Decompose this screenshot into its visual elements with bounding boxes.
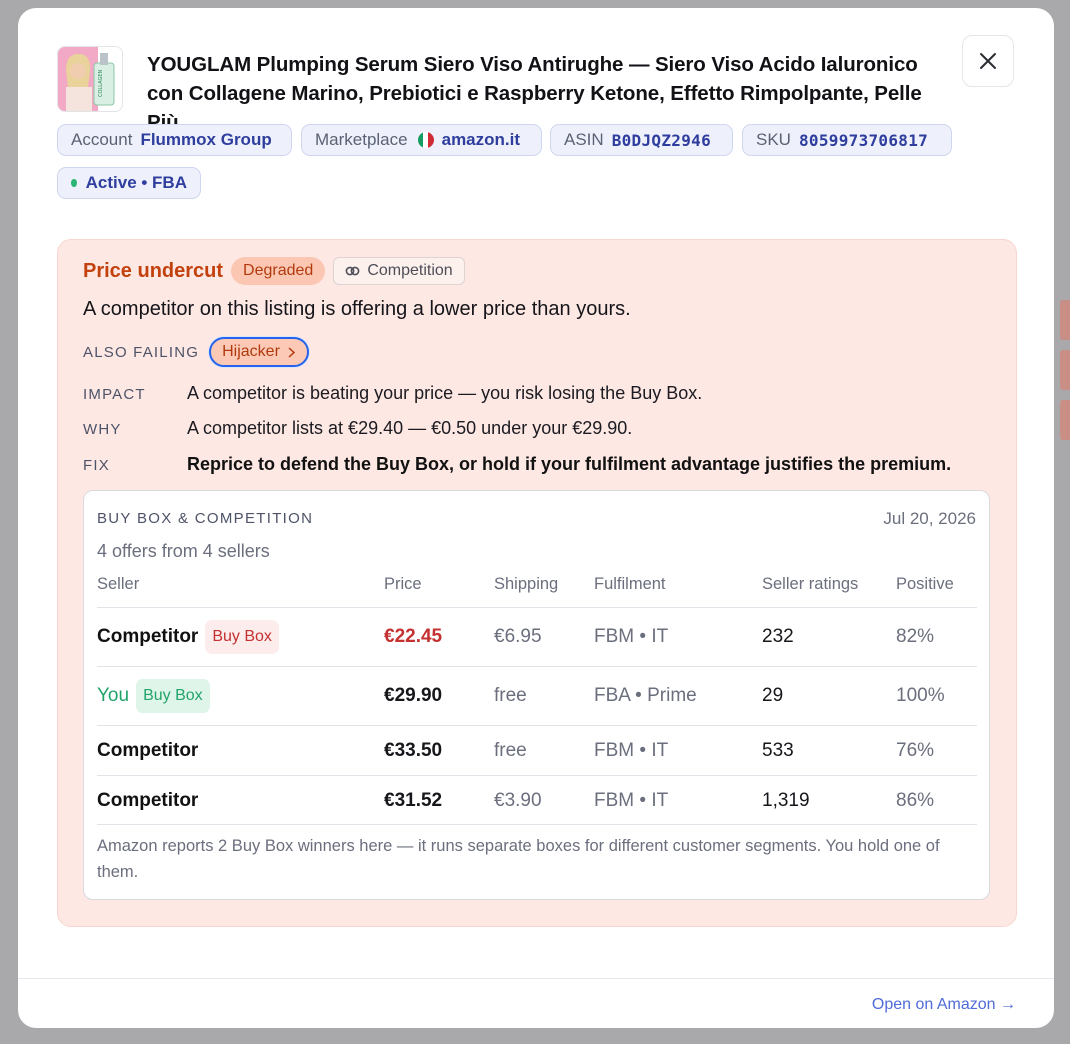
seller-cell: You Buy Box <box>97 679 210 713</box>
asin-value: B0DJQZ2946 <box>611 130 712 150</box>
buy-box-note: Amazon reports 2 Buy Box winners here — … <box>97 837 940 881</box>
marketplace-chip[interactable]: Marketplace amazon.it <box>301 124 542 156</box>
background-strip <box>1060 350 1070 390</box>
shipping-cell: free <box>494 740 527 761</box>
seller-name: Competitor <box>97 626 199 647</box>
marketplace-value: amazon.it <box>441 130 521 149</box>
severity-badge: Degraded <box>231 257 326 285</box>
fulfilment-cell: FBM • IT <box>594 626 669 647</box>
shipping-cell: €6.95 <box>494 626 542 647</box>
offers-count: 4 offers from 4 sellers <box>97 541 270 561</box>
ratings-cell: 29 <box>762 685 784 706</box>
fulfilment-cell: FBM • IT <box>594 740 669 761</box>
seller-cell: Competitor <box>97 790 198 812</box>
price-undercut-alert: Price undercut Degraded Competition A co… <box>57 239 1017 927</box>
asin-label: ASIN <box>564 130 604 149</box>
col-positive: Positive <box>896 575 954 593</box>
positive-cell: 100% <box>896 685 945 706</box>
product-thumbnail: COLLAGEN <box>57 46 123 112</box>
seller-name: Competitor <box>97 790 199 811</box>
close-button[interactable] <box>962 35 1014 87</box>
table-row: Competitor €33.50 free FBM • IT 533 76% <box>97 726 977 776</box>
open-on-amazon-link[interactable]: Open on Amazon → <box>872 996 1016 1014</box>
shipping-cell: €3.90 <box>494 790 542 811</box>
fulfilment-cell: FBM • IT <box>594 790 669 811</box>
hijacker-link[interactable]: Hijacker <box>209 337 309 367</box>
col-shipping: Shipping <box>494 575 559 593</box>
sku-value: 8059973706817 <box>798 130 929 150</box>
competition-date: Jul 20, 2026 <box>883 509 976 528</box>
sku-chip[interactable]: SKU 8059973706817 <box>742 124 952 156</box>
fulfilment-cell: FBA • Prime <box>594 685 697 706</box>
status-badge: Active • FBA <box>57 167 201 199</box>
account-label: Account <box>71 130 133 149</box>
why-text: A competitor lists at €29.40 — €0.50 und… <box>187 418 633 438</box>
chevron-right-icon <box>288 346 295 358</box>
buy-box-badge: Buy Box <box>205 620 279 654</box>
also-failing: ALSO FAILING Hijacker <box>83 337 309 367</box>
background-strip <box>1060 400 1070 440</box>
buy-box-badge: Buy Box <box>136 679 210 713</box>
account-value: Flummox Group <box>140 130 272 149</box>
price-cell: €22.45 <box>384 626 443 647</box>
table-row: Competitor Buy Box €22.45 €6.95 FBM • IT… <box>97 608 977 667</box>
fix-label: FIX <box>83 457 110 474</box>
seller-name: You <box>97 685 130 706</box>
status-dot-icon <box>71 179 77 187</box>
account-chip[interactable]: Account Flummox Group <box>57 124 292 156</box>
competition-title: BUY BOX & COMPETITION <box>97 510 314 527</box>
category-label: Competition <box>367 262 453 279</box>
sku-label: SKU <box>756 130 791 149</box>
background-strip <box>1060 300 1070 340</box>
price-cell: €29.90 <box>384 685 443 706</box>
seller-cell: Competitor Buy Box <box>97 620 279 654</box>
col-fulfilment: Fulfilment <box>594 575 666 593</box>
status-value: Active • FBA <box>85 173 187 192</box>
impact-text: A competitor is beating your price — you… <box>187 383 703 403</box>
ratings-cell: 232 <box>762 626 794 647</box>
fix-row: FIX Reprice to defend the Buy Box, or ho… <box>83 454 951 475</box>
price-cell: €33.50 <box>384 740 443 761</box>
also-failing-label: ALSO FAILING <box>83 343 200 361</box>
footer-divider <box>18 978 1054 979</box>
col-seller: Seller <box>97 575 140 593</box>
impact-row: IMPACT A competitor is beating your pric… <box>83 383 702 404</box>
seller-cell: Competitor <box>97 740 198 762</box>
link-rings-icon <box>345 266 360 276</box>
why-label: WHY <box>83 421 122 438</box>
col-price: Price <box>384 575 422 593</box>
italy-flag-icon <box>417 132 434 148</box>
why-row: WHY A competitor lists at €29.40 — €0.50… <box>83 418 632 439</box>
positive-cell: 76% <box>896 740 935 761</box>
table-row: You Buy Box €29.90 free FBA • Prime 29 1… <box>97 667 977 726</box>
marketplace-label: Marketplace <box>315 130 408 149</box>
ratings-cell: 533 <box>762 740 794 761</box>
positive-cell: 82% <box>896 626 935 647</box>
fix-text: Reprice to defend the Buy Box, or hold i… <box>187 454 952 474</box>
price-cell: €31.52 <box>384 790 443 811</box>
thumb-label: COLLAGEN <box>98 70 104 97</box>
table-row: Competitor €31.52 €3.90 FBM • IT 1,319 8… <box>97 776 977 825</box>
table-header: Seller Price Shipping Fulfilment Seller … <box>97 575 977 608</box>
shipping-cell: free <box>494 685 527 706</box>
seller-name: Competitor <box>97 740 199 761</box>
hijacker-label: Hijacker <box>222 343 280 360</box>
impact-label: IMPACT <box>83 386 146 403</box>
listing-detail-modal: COLLAGEN YOUGLAM Plumping Serum Siero Vi… <box>18 8 1054 1028</box>
competition-card: BUY BOX & COMPETITION Jul 20, 2026 4 off… <box>83 490 990 900</box>
close-icon <box>980 53 996 69</box>
category-badge: Competition <box>333 257 465 285</box>
alert-title: Price undercut <box>83 259 224 282</box>
alert-header: Price undercut Degraded Competition <box>83 257 465 285</box>
col-seller-ratings: Seller ratings <box>762 575 859 593</box>
positive-cell: 86% <box>896 790 935 811</box>
alert-summary: A competitor on this listing is offering… <box>83 298 631 320</box>
asin-chip[interactable]: ASIN B0DJQZ2946 <box>550 124 733 156</box>
ratings-cell: 1,319 <box>762 790 810 811</box>
